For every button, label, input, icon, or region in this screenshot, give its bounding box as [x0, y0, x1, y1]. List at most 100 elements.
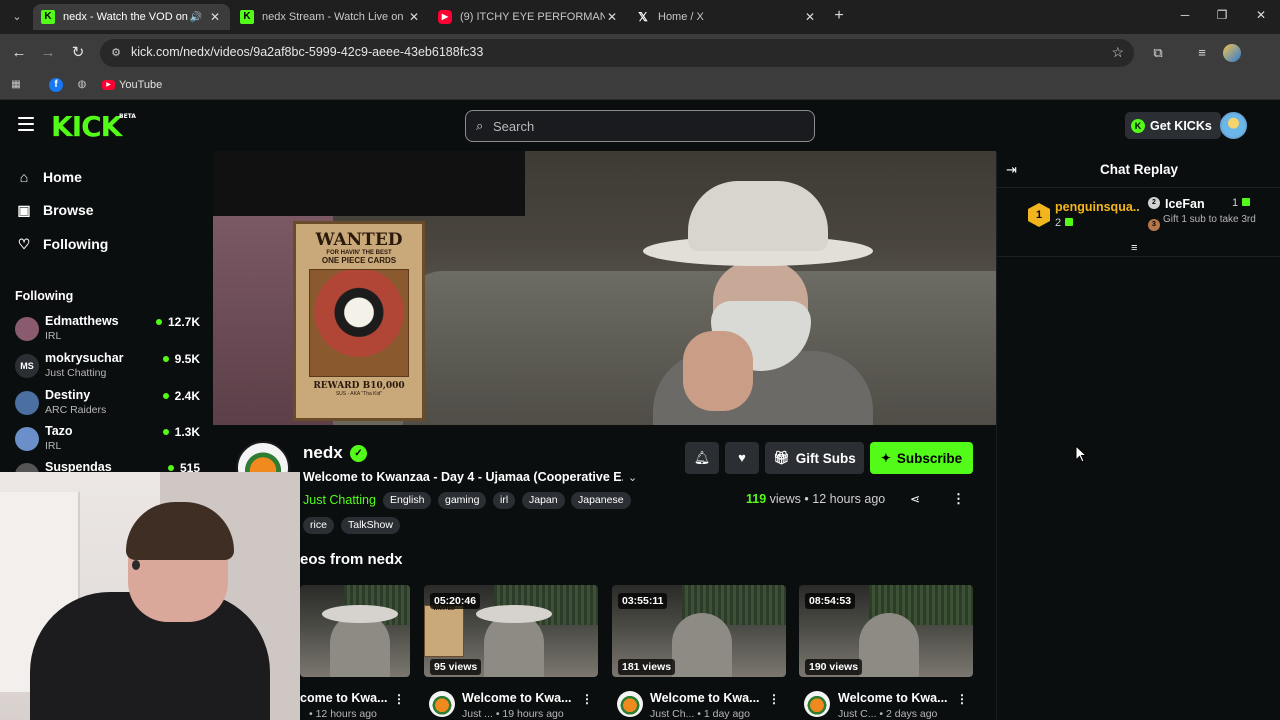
tab-close-icon[interactable]: ✕ [803, 10, 817, 24]
channel-name: Tazo [45, 424, 73, 438]
notification-bell-button[interactable]: 🔔︎ [685, 442, 719, 474]
tab-close-icon[interactable]: ✕ [605, 10, 619, 24]
video-card-title[interactable]: Welcome to Kwa... [650, 691, 760, 705]
tag-chip[interactable]: English [383, 492, 432, 509]
browser-profile-avatar[interactable] [1223, 44, 1241, 62]
heart-icon: ♥ [738, 450, 746, 465]
extensions-icon[interactable]: ⧉ [1149, 44, 1167, 62]
followed-channel[interactable]: Destiny ARC Raiders 2.4K [15, 387, 200, 419]
live-dot-icon [162, 429, 169, 435]
channel-name[interactable]: nedx [303, 443, 343, 463]
apps-grid-icon[interactable]: ▦ [9, 78, 23, 92]
top-gifter-name[interactable]: penguinsqua... [1055, 200, 1139, 214]
top-gifter-count: 2 [1055, 217, 1074, 229]
video-card-menu-icon[interactable]: ⋮ [768, 692, 780, 706]
beta-badge: BETA [119, 113, 136, 120]
video-card-menu-icon[interactable]: ⋮ [956, 692, 968, 706]
maximize-icon[interactable]: ❐ [1214, 8, 1230, 22]
gift-subs-button[interactable]: 🎁︎ Gift Subs [765, 442, 864, 474]
channel-avatar [15, 317, 39, 341]
browse-icon: ▣ [17, 201, 31, 218]
tag-chip[interactable]: Japan [522, 492, 565, 509]
tag-chip[interactable]: rice [303, 517, 334, 534]
more-options-icon[interactable]: ⋮ [952, 491, 965, 507]
tab-close-icon[interactable]: ✕ [407, 10, 421, 24]
follow-button[interactable]: ♥ [725, 442, 759, 474]
wanted-poster: WANTED FOR HAVIN' THE BEST ONE PIECE CAR… [293, 221, 425, 421]
verified-badge-icon: ✓ [350, 445, 367, 462]
user-avatar[interactable] [1220, 112, 1247, 139]
share-icon[interactable]: ⋖ [910, 492, 920, 506]
video-card-title[interactable]: come to Kwa... [300, 691, 388, 705]
leaderboard-toggle-icon[interactable]: ≡ [1131, 242, 1137, 254]
minimize-icon[interactable]: ─ [1177, 8, 1193, 22]
get-kicks-button[interactable]: K Get KICKs [1125, 112, 1221, 139]
address-bar[interactable]: ⚙ kick.com/nedx/videos/9a2af8bc-5999-42c… [100, 39, 1134, 67]
chevron-down-icon[interactable]: ⌄ [628, 471, 637, 484]
video-card-menu-icon[interactable]: ⋮ [581, 692, 593, 706]
bookmark-youtube[interactable]: YouTube [119, 79, 162, 91]
channel-avatar [15, 391, 39, 415]
bookmark-star-icon[interactable]: ☆ [1111, 44, 1124, 61]
third-place-cta: Gift 1 sub to take 3rd [1163, 214, 1256, 225]
followed-channel[interactable]: Tazo IRL 1.3K [15, 423, 200, 455]
tag-chip[interactable]: gaming [438, 492, 487, 509]
reload-icon[interactable]: ↻ [68, 43, 88, 63]
sidebar-item-label: Browse [43, 202, 94, 218]
channel-name: mokrysuchar [45, 351, 124, 365]
followed-channel[interactable]: Edmatthews IRL 12.7K [15, 313, 200, 345]
browser-tab-3[interactable]: ▶ (9) ITCHY EYE PERFORMANCE I ✕ [430, 4, 627, 30]
browser-tab-strip: ⌄ K nedx - Watch the VOD on K 🔊 ✕ K nedx… [0, 0, 1280, 34]
category-link[interactable]: Just Chatting [303, 493, 376, 507]
sidebar-item-home[interactable]: ⌂ Home [16, 166, 82, 188]
tab-close-icon[interactable]: ✕ [208, 10, 222, 24]
live-dot-icon [162, 393, 169, 399]
tab-search-icon[interactable]: ⌄ [8, 8, 26, 26]
video-card-avatar[interactable] [617, 691, 643, 717]
menu-icon[interactable] [18, 117, 34, 131]
channel-category: ARC Raiders [45, 404, 107, 416]
video-card-thumbnail[interactable]: WANTED 05:20:46 95 views [424, 585, 598, 677]
new-tab-icon[interactable]: + [830, 7, 848, 25]
search-placeholder: Search [493, 119, 535, 134]
url-text[interactable]: kick.com/nedx/videos/9a2af8bc-5999-42c9-… [131, 45, 483, 59]
channel-name: Edmatthews [45, 314, 119, 328]
video-card-menu-icon[interactable]: ⋮ [393, 692, 405, 706]
globe-bookmark-icon[interactable]: ◍ [75, 78, 89, 92]
back-icon[interactable]: ← [9, 43, 29, 63]
video-card-thumbnail[interactable] [300, 585, 410, 677]
forward-icon[interactable]: → [38, 43, 58, 63]
tag-chip[interactable]: irl [493, 492, 516, 509]
search-input[interactable]: ⌕ Search [465, 110, 815, 142]
media-control-icon[interactable]: ≡ [1193, 44, 1211, 62]
second-gifter-name[interactable]: IceFan [1165, 197, 1205, 211]
video-duration: 08:54:53 [805, 593, 856, 609]
tab-title: nedx - Watch the VOD on K [63, 11, 190, 23]
sidebar-item-following[interactable]: ♡ Following [16, 233, 109, 255]
browser-tab-2[interactable]: K nedx Stream - Watch Live on Ki ✕ [232, 4, 429, 30]
poster-reward: REWARD B10,000 [313, 381, 405, 391]
video-card-title[interactable]: Welcome to Kwa... [462, 691, 572, 705]
site-info-icon[interactable]: ⚙ [108, 45, 124, 61]
collapse-chat-icon[interactable]: ⇥ [1006, 162, 1017, 178]
video-card-title[interactable]: Welcome to Kwa... [838, 691, 948, 705]
browser-tab-1[interactable]: K nedx - Watch the VOD on K 🔊 ✕ [33, 4, 230, 30]
subscribe-button[interactable]: ✦ Subscribe [870, 442, 973, 474]
video-card-avatar[interactable] [429, 691, 455, 717]
sidebar-item-browse[interactable]: ▣ Browse [16, 199, 94, 221]
video-card-thumbnail[interactable]: 08:54:53 190 views [799, 585, 973, 677]
followed-channel[interactable]: MS mokrysuchar Just Chatting 9.5K [15, 350, 200, 382]
video-player[interactable]: WANTED FOR HAVIN' THE BEST ONE PIECE CAR… [213, 151, 996, 425]
kick-logo[interactable]: KICK BETA [51, 110, 136, 143]
video-card-avatar[interactable] [804, 691, 830, 717]
get-kicks-label: Get KICKs [1150, 118, 1212, 133]
window-close-icon[interactable]: ✕ [1253, 8, 1269, 22]
tag-chip[interactable]: TalkShow [341, 517, 400, 534]
browser-tab-4[interactable]: 𝕏 Home / X ✕ [628, 4, 825, 30]
youtube-favicon-icon: ▶ [438, 10, 452, 24]
audio-playing-icon[interactable]: 🔊 [190, 12, 202, 23]
video-card-thumbnail[interactable]: 03:55:11 181 views [612, 585, 786, 677]
youtube-bookmark-icon[interactable]: ▶ [102, 80, 115, 90]
tag-chip[interactable]: Japanese [571, 492, 631, 509]
facebook-bookmark-icon[interactable]: f [49, 78, 63, 92]
